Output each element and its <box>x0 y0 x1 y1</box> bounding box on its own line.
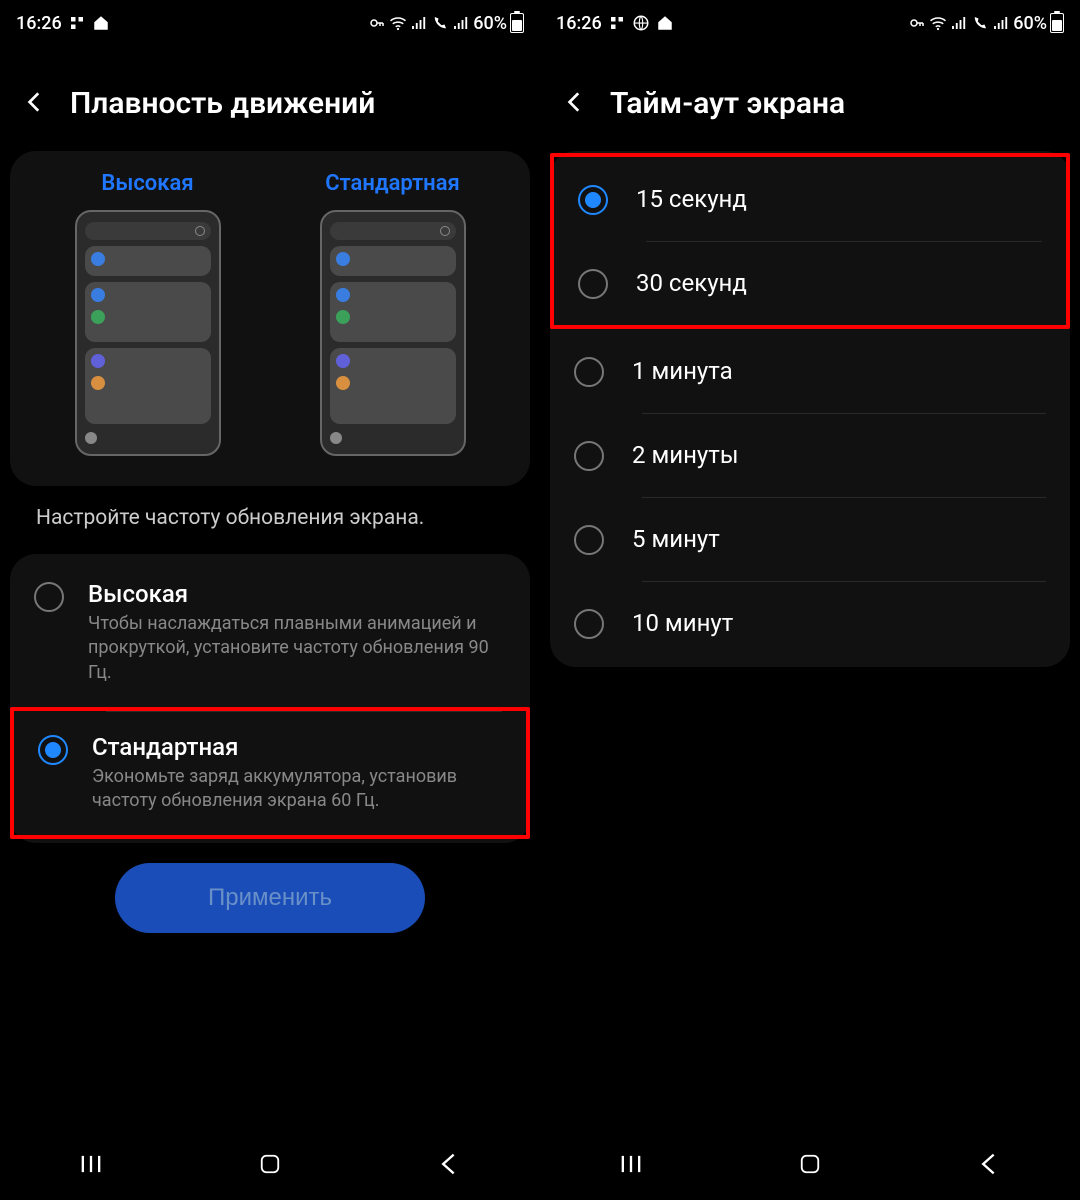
preview-high[interactable]: Высокая <box>75 171 221 456</box>
radio-icon <box>578 269 608 299</box>
nav-bar <box>540 1132 1080 1200</box>
option-15s[interactable]: 15 секунд <box>554 157 1066 241</box>
option-title: Высокая <box>88 580 506 608</box>
phone-right: 16:26 60% Тайм-аут экрана 15 секунд <box>540 0 1080 1200</box>
battery-percent: 60% <box>1013 13 1047 34</box>
back-icon[interactable] <box>562 89 588 119</box>
radio-icon <box>34 582 64 612</box>
option-label: 10 минут <box>632 609 733 637</box>
option-1m[interactable]: 1 минута <box>550 329 1070 413</box>
nav-bar <box>0 1132 540 1200</box>
signal-icon <box>410 14 428 32</box>
back-icon[interactable] <box>22 89 48 119</box>
vpn-icon <box>368 14 386 32</box>
option-2m[interactable]: 2 минуты <box>550 413 1070 497</box>
vpn-icon <box>908 14 926 32</box>
option-5m[interactable]: 5 минут <box>550 497 1070 581</box>
wifi-icon <box>389 14 407 32</box>
radio-icon <box>578 185 608 215</box>
status-time: 16:26 <box>556 13 602 34</box>
signal2-icon <box>992 14 1010 32</box>
call-icon <box>431 14 449 32</box>
phone-left: 16:26 60% Плавность движений Высокая <box>0 0 540 1200</box>
wifi-icon <box>929 14 947 32</box>
radio-icon <box>574 609 604 639</box>
option-label: 5 минут <box>632 525 720 553</box>
mock-phone-high <box>75 210 221 456</box>
highlight-box: 15 секунд 30 секунд <box>550 153 1070 329</box>
battery-icon <box>510 13 524 33</box>
page-title: Плавность движений <box>70 86 375 121</box>
option-desc: Экономьте заряд аккумулятора, установив … <box>92 765 502 814</box>
apps-icon <box>608 14 626 32</box>
option-30s[interactable]: 30 секунд <box>554 241 1066 325</box>
globe-icon <box>632 14 650 32</box>
preview-high-label: Высокая <box>101 171 193 196</box>
nav-recents-icon[interactable] <box>77 1150 105 1182</box>
preview-standard[interactable]: Стандартная <box>320 171 466 456</box>
radio-icon <box>38 735 68 765</box>
battery-icon <box>1050 13 1064 33</box>
option-label: 30 секунд <box>636 269 747 297</box>
nav-home-icon[interactable] <box>799 1153 821 1179</box>
header: Тайм-аут экрана <box>540 46 1080 151</box>
call-icon <box>971 14 989 32</box>
status-bar: 16:26 60% <box>540 0 1080 46</box>
radio-icon <box>574 441 604 471</box>
home-icon <box>92 14 110 32</box>
option-title: Стандартная <box>92 733 502 761</box>
signal2-icon <box>452 14 470 32</box>
nav-back-icon[interactable] <box>435 1150 463 1182</box>
nav-back-icon[interactable] <box>975 1150 1003 1182</box>
preview-standard-label: Стандартная <box>325 171 460 196</box>
apps-icon <box>68 14 86 32</box>
hint-text: Настройте частоту обновления экрана. <box>10 506 530 554</box>
refresh-options-card: Высокая Чтобы наслаждаться плавными аним… <box>10 554 530 843</box>
option-label: 1 минута <box>632 357 733 385</box>
mock-phone-standard <box>320 210 466 456</box>
preview-card: Высокая Стандартная <box>10 151 530 486</box>
radio-icon <box>574 525 604 555</box>
header: Плавность движений <box>0 46 540 151</box>
battery-percent: 60% <box>473 13 507 34</box>
page-title: Тайм-аут экрана <box>610 86 845 121</box>
option-high[interactable]: Высокая Чтобы наслаждаться плавными аним… <box>10 558 530 707</box>
option-desc: Чтобы наслаждаться плавными анимацией и … <box>88 612 506 685</box>
status-bar: 16:26 60% <box>0 0 540 46</box>
option-standard[interactable]: Стандартная Экономьте заряд аккумулятора… <box>10 707 530 840</box>
radio-icon <box>574 357 604 387</box>
option-label: 15 секунд <box>636 185 747 213</box>
status-time: 16:26 <box>16 13 62 34</box>
apply-button[interactable]: Применить <box>115 863 425 933</box>
option-label: 2 минуты <box>632 441 738 469</box>
option-10m[interactable]: 10 минут <box>550 581 1070 665</box>
nav-home-icon[interactable] <box>259 1153 281 1179</box>
timeout-card: 15 секунд 30 секунд 1 минута 2 минуты 5 … <box>550 151 1070 667</box>
home-icon <box>656 14 674 32</box>
nav-recents-icon[interactable] <box>617 1150 645 1182</box>
signal-icon <box>950 14 968 32</box>
